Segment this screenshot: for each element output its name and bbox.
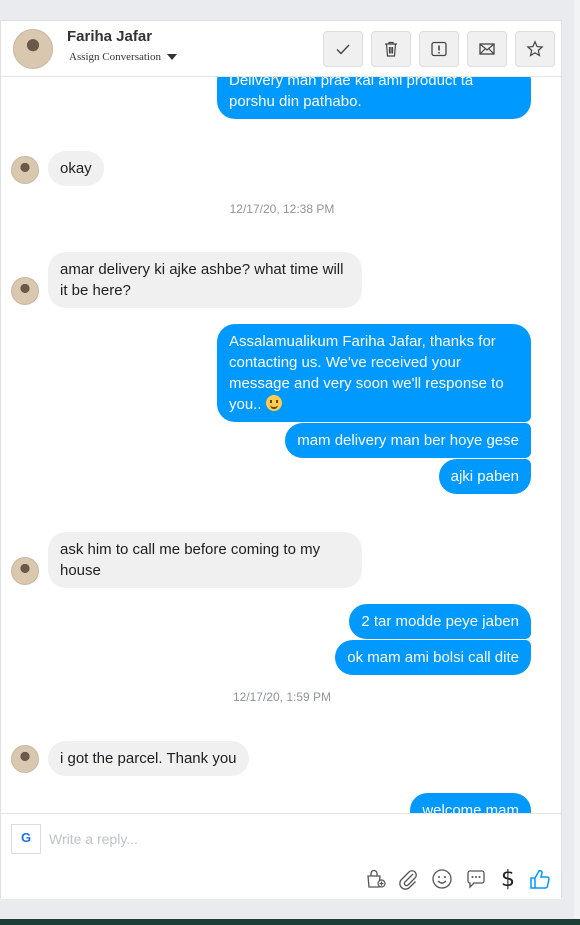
assign-conversation-label: Assign Conversation (69, 51, 161, 63)
payment-button[interactable]: $ (495, 866, 521, 892)
star-icon (526, 40, 544, 57)
message-text: i got the parcel. Thank you (60, 750, 237, 767)
mark-unread-button[interactable] (467, 31, 507, 67)
timestamp: 12/17/20, 12:38 PM (229, 202, 335, 216)
attach-icon (399, 870, 417, 890)
message-bubble-outgoing: ok mam ami bolsi call dite (335, 640, 531, 675)
message-text: okay (60, 160, 92, 177)
message-text: amar delivery ki ajke ashbe? what time w… (60, 261, 344, 299)
message-text: Delivery man prae kal ami product ta por… (229, 77, 474, 110)
store-button[interactable] (363, 866, 389, 892)
message-bubble-outgoing: mam delivery man ber hoye gese (285, 423, 531, 458)
like-icon (530, 869, 550, 889)
conversation-panel: Fariha Jafar Assign Conversation Deliver… (0, 20, 562, 899)
message-text: 2 tar modde peye jaben (361, 613, 519, 630)
message-bubble-outgoing: Delivery man prae kal ami product ta por… (217, 77, 531, 119)
smiley-emoji-icon (265, 395, 282, 411)
contact-name[interactable]: Fariha Jafar (67, 28, 152, 45)
contact-avatar-small (11, 156, 39, 184)
message-bubble-outgoing: 2 tar modde peye jaben (349, 604, 531, 639)
message-bubble-incoming: okay (48, 151, 104, 186)
spam-icon (431, 41, 447, 57)
message-text: welcome mam (422, 802, 519, 813)
message-thread[interactable]: Delivery man prae kal ami product ta por… (1, 77, 561, 813)
message-bubble-incoming: ask him to call me before coming to my h… (48, 532, 362, 588)
message-bubble-incoming: amar delivery ki ajke ashbe? what time w… (48, 252, 362, 308)
message-text: mam delivery man ber hoye gese (297, 432, 519, 449)
contact-avatar-small (11, 745, 39, 773)
assign-conversation-dropdown[interactable]: Assign Conversation (69, 51, 177, 63)
emoji-icon (432, 869, 452, 889)
contact-avatar-small (11, 557, 39, 585)
message-bubble-outgoing: Assalamualikum Fariha Jafar, thanks for … (217, 324, 531, 422)
message-text: ok mam ami bolsi call dite (347, 649, 519, 666)
reply-composer: G $ (1, 813, 561, 899)
timestamp: 12/17/20, 1:59 PM (232, 690, 332, 704)
mark-done-button[interactable] (323, 31, 363, 67)
delete-button[interactable] (371, 31, 411, 67)
bag-icon (367, 869, 386, 888)
attach-button[interactable] (395, 866, 421, 892)
mark-spam-button[interactable] (419, 31, 459, 67)
message-text: ask him to call me before coming to my h… (60, 541, 321, 579)
message-bubble-incoming: i got the parcel. Thank you (48, 741, 249, 776)
contact-avatar-small (11, 277, 39, 305)
dollar-icon: $ (501, 866, 515, 892)
message-bubble-outgoing: ajki paben (438, 459, 531, 494)
check-icon (336, 44, 350, 55)
message-bubble-outgoing: welcome mam (410, 793, 531, 813)
reply-input[interactable] (49, 828, 529, 850)
emoji-button[interactable] (429, 866, 455, 892)
saved-reply-icon (467, 870, 485, 889)
conversation-header: Fariha Jafar Assign Conversation (1, 21, 561, 77)
contact-avatar[interactable] (13, 29, 53, 69)
page-scrollbar-edge (574, 0, 580, 919)
saved-reply-button[interactable] (463, 866, 489, 892)
caret-down-icon (166, 54, 177, 61)
bottom-bar (0, 919, 580, 925)
app-logo: G (11, 824, 41, 854)
message-text: ajki paben (450, 468, 519, 485)
like-button[interactable] (527, 866, 553, 892)
star-button[interactable] (515, 31, 555, 67)
trash-icon (385, 41, 397, 57)
mail-icon (479, 43, 495, 55)
